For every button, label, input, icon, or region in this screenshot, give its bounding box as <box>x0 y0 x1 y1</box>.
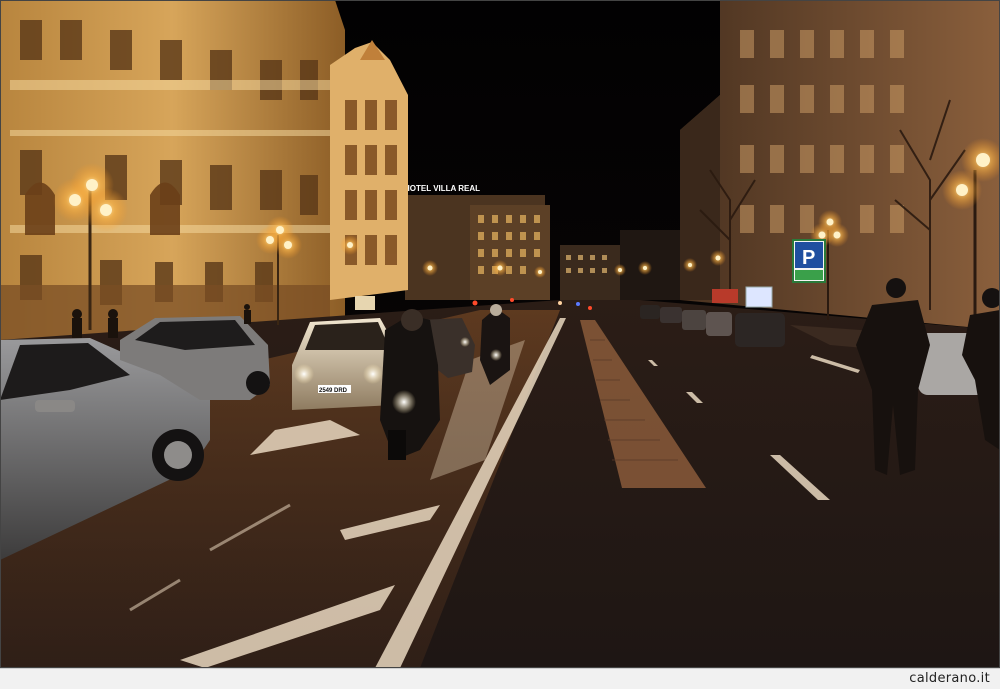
parking-sign: P <box>792 239 826 283</box>
lit-sign-red <box>712 289 738 303</box>
lit-sign-small <box>745 286 773 308</box>
right-building <box>680 0 1000 330</box>
night-street-photo: HOTEL VILLA REAL P 2549 DRD <box>0 0 1000 668</box>
photo-credit: calderano.it <box>909 671 990 686</box>
credit-bar: calderano.it <box>0 668 1000 689</box>
parking-sign-letter: P <box>802 247 815 269</box>
photo-frame: HOTEL VILLA REAL P 2549 DRD calderano.it <box>0 0 1000 689</box>
taxi-license-plate: 2549 DRD <box>319 388 348 394</box>
hotel-sign: HOTEL VILLA REAL <box>404 184 480 193</box>
